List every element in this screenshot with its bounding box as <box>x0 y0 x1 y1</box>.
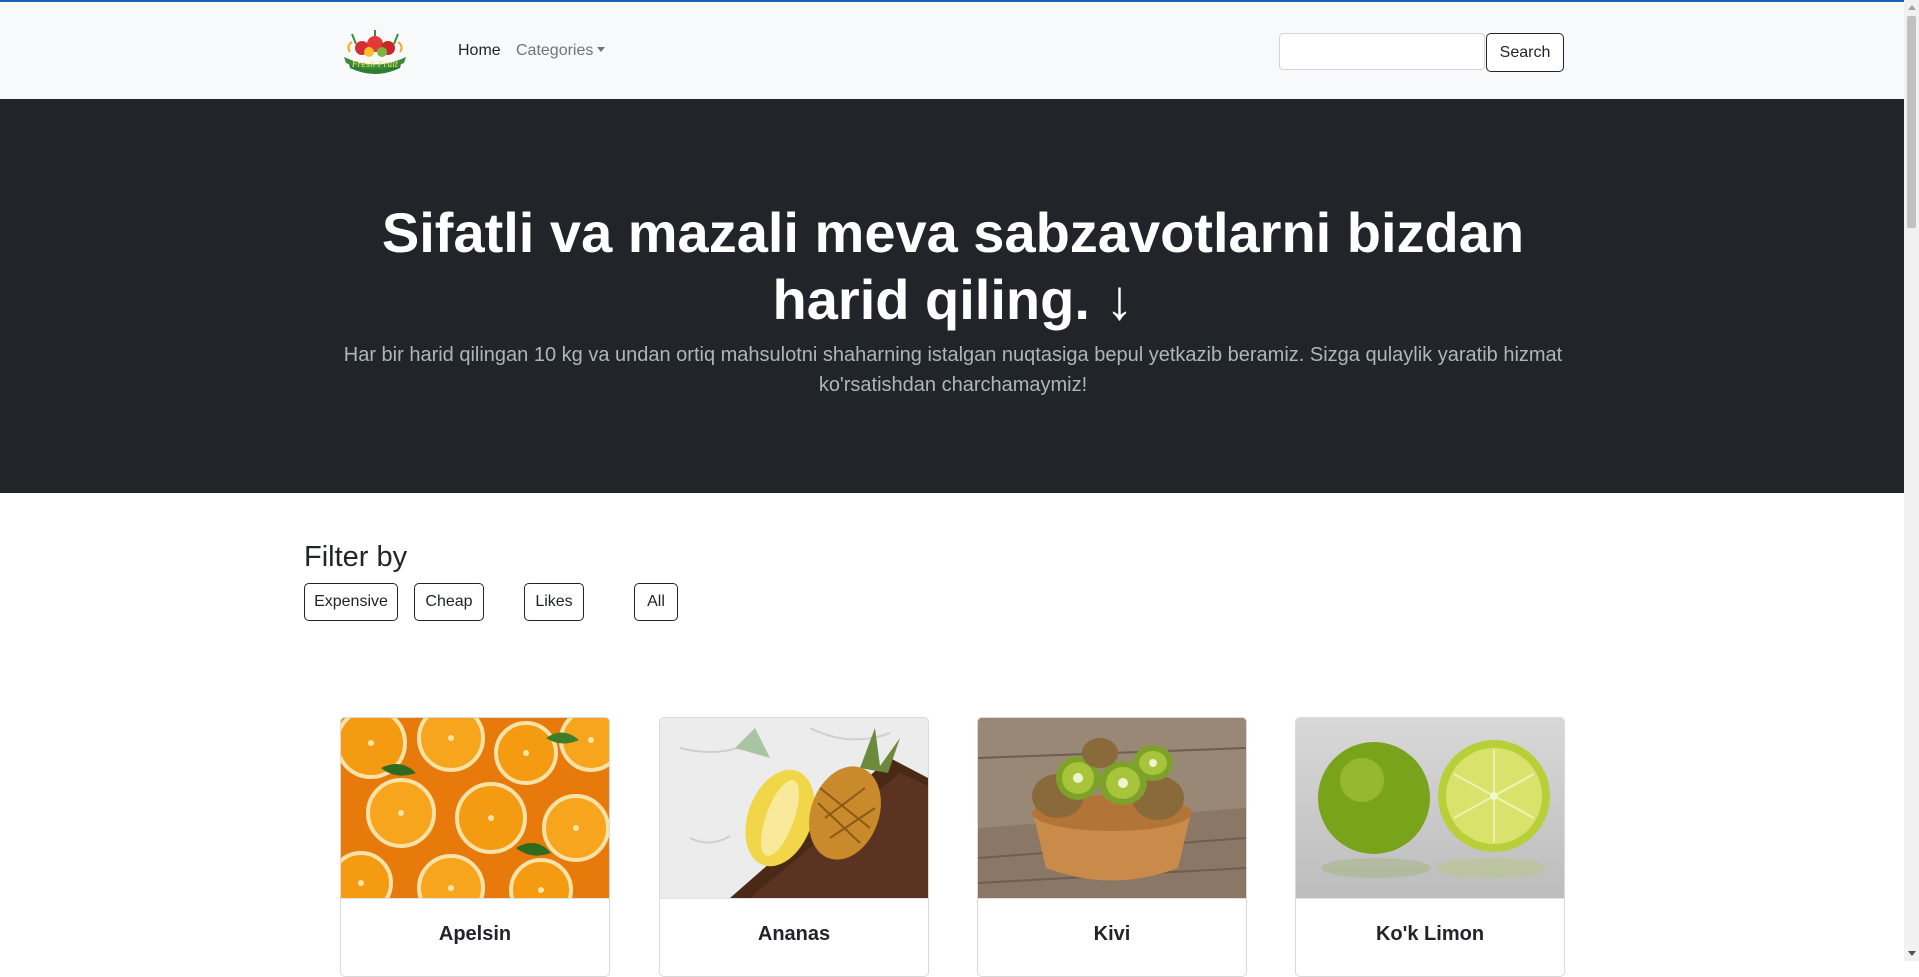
product-title: Kivi <box>1093 923 1131 945</box>
card-divider <box>660 898 928 899</box>
hero-title-line1: Sifatli va mazali meva sabzavotlarni biz… <box>381 201 1525 264</box>
brand-logo[interactable]: Fresh Fruit <box>342 30 408 76</box>
filter-cheap-button[interactable]: Cheap <box>414 583 484 621</box>
card-divider <box>978 898 1246 899</box>
hero-banner: Sifatli va mazali meva sabzavotlarni biz… <box>0 99 1904 493</box>
filter-all-button[interactable]: All <box>634 583 678 621</box>
search-input[interactable] <box>1279 33 1485 70</box>
page-scrollbar[interactable] <box>1904 0 1919 961</box>
nav-categories-dropdown[interactable]: Categories <box>516 42 606 60</box>
product-card-kok-limon[interactable]: Ko'k Limon <box>1295 717 1565 977</box>
product-card-ananas[interactable]: Ananas <box>659 717 929 977</box>
hero-title-line2: harid qiling. ↓ <box>772 268 1134 331</box>
filter-expensive-button[interactable]: Expensive <box>304 583 398 621</box>
product-title: Ko'k Limon <box>1375 923 1485 945</box>
product-title: Ananas <box>757 923 831 945</box>
product-title: Apelsin <box>438 923 512 945</box>
nav-home-link[interactable]: Home <box>458 42 501 60</box>
navbar: Fresh Fruit Home Categories Search <box>0 2 1904 100</box>
scroll-up-arrow-icon[interactable] <box>1908 5 1916 10</box>
nav-categories-label: Categories <box>516 42 594 59</box>
lime-image <box>1296 718 1564 898</box>
orange-slices-image <box>341 718 609 898</box>
card-divider <box>1296 898 1564 899</box>
filter-likes-button[interactable]: Likes <box>524 583 584 621</box>
hero-subtitle: Har bir harid qilingan 10 kg va undan or… <box>343 344 1563 396</box>
scrollbar-thumb[interactable] <box>1907 16 1916 228</box>
search-button[interactable]: Search <box>1486 33 1564 72</box>
kiwi-bowl-image <box>978 718 1246 898</box>
scroll-down-arrow-icon[interactable] <box>1908 951 1916 956</box>
svg-text:Fresh Fruit: Fresh Fruit <box>351 60 399 69</box>
product-card-apelsin[interactable]: Apelsin <box>340 717 610 977</box>
card-divider <box>341 898 609 899</box>
product-card-kivi[interactable]: Kivi <box>977 717 1247 977</box>
fruit-basket-logo-icon: Fresh Fruit <box>344 30 406 74</box>
filter-title: Filter by <box>304 541 408 573</box>
chevron-down-icon <box>597 47 606 52</box>
pineapple-image <box>660 718 928 898</box>
hero-title: Sifatli va mazali meva sabzavotlarni biz… <box>340 199 1566 333</box>
